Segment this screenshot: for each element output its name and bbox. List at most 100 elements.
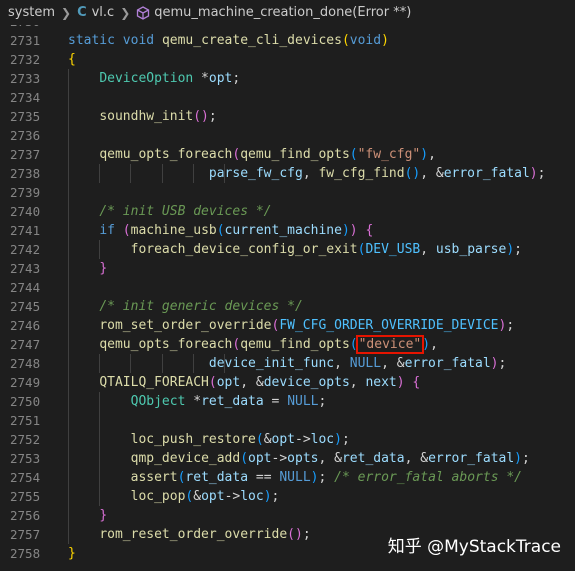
code-line[interactable]: 2747 qemu_opts_foreach(qemu_find_opts("d… [0, 335, 575, 354]
code-line[interactable]: 2736 [0, 126, 575, 145]
code-token: ; [271, 489, 280, 504]
code-line[interactable]: 2731 static void qemu_create_cli_devices(… [0, 31, 575, 50]
code-token: ) [529, 166, 538, 181]
line-number: 2739 [10, 185, 41, 200]
line-number: 2746 [10, 318, 41, 333]
line-number: 2744 [10, 280, 41, 295]
code-line[interactable]: 2744 [0, 278, 575, 297]
code-token: qemu_find_opts [240, 337, 350, 352]
code-token: parse_fw_cfg [208, 166, 303, 181]
breadcrumb-folder[interactable]: system [8, 5, 55, 20]
code-token: () [193, 109, 209, 124]
line-number: 2731 [10, 33, 41, 48]
breadcrumb-symbol[interactable]: qemu_machine_creation_done(Error **) [154, 5, 411, 20]
line-number: 2747 [10, 337, 41, 352]
code-text: soundhw_init(); [68, 107, 216, 126]
code-token: ret_data [201, 394, 264, 409]
code-token: /* init USB devices */ [99, 204, 272, 219]
code-token: ) [514, 451, 522, 466]
code-token: loc_pop [130, 489, 186, 504]
code-token: ; [341, 432, 350, 447]
code-line[interactable]: 2734 [0, 88, 575, 107]
line-number: 2752 [10, 432, 41, 447]
code-line[interactable]: 2749 QTAILQ_FOREACH(opt, &device_opts, n… [0, 373, 575, 392]
code-token: } [99, 508, 108, 523]
code-line[interactable]: 2742 foreach_device_config_or_exit(DEV_U… [0, 240, 575, 259]
code-token: opt [271, 432, 295, 447]
code-token: ) [381, 33, 389, 48]
code-token: qmp_device_add [130, 451, 241, 466]
code-text: foreach_device_config_or_exit(DEV_USB, u… [68, 240, 522, 259]
code-text: loc_push_restore(&opt->loc); [68, 430, 350, 449]
code-token: ( [240, 451, 249, 466]
code-line[interactable]: 2750 QObject *ret_data = NULL; [0, 392, 575, 411]
line-number: 2751 [10, 413, 41, 428]
code-token: ) [396, 375, 405, 390]
code-editor[interactable]: 27302731static void qemu_create_cli_devi… [0, 25, 575, 571]
indent-guide [99, 411, 101, 430]
code-line[interactable]: 2753 qmp_device_add(opt->opts, &ret_data… [0, 449, 575, 468]
code-line[interactable]: 2735 soundhw_init(); [0, 107, 575, 126]
line-number: 2758 [10, 546, 41, 561]
line-number: 2754 [10, 470, 41, 485]
code-token: opt [248, 451, 272, 466]
code-line[interactable]: 2754 assert(ret_data == NULL); /* error_… [0, 468, 575, 487]
code-line[interactable]: 2752 loc_push_restore(&opt->loc); [0, 430, 575, 449]
code-token: error_fatal [428, 451, 515, 466]
code-text: QObject *ret_data = NULL; [68, 392, 327, 411]
code-token: , & [420, 166, 444, 181]
code-token: () [287, 527, 303, 542]
code-token: qemu_opts_foreach [99, 147, 233, 162]
indent-guide [68, 278, 69, 297]
code-text: } [68, 506, 107, 525]
code-line[interactable]: 2756 } [0, 506, 575, 525]
code-line[interactable]: 2746 rom_set_order_override(FW_CFG_ORDER… [0, 316, 575, 335]
code-token: ret_data [185, 470, 249, 485]
code-token: ; [506, 318, 515, 333]
code-token: fw_cfg_find [318, 166, 405, 181]
breadcrumb-file[interactable]: vl.c [92, 5, 115, 20]
code-token: next [365, 375, 397, 390]
line-number: 2740 [10, 204, 41, 219]
code-line[interactable]: 2738 parse_fw_cfg, fw_cfg_find(), &error… [0, 164, 575, 183]
code-line[interactable]: 2737 qemu_opts_foreach(qemu_find_opts("f… [0, 145, 575, 164]
code-token: , & [404, 451, 429, 466]
code-line[interactable]: 2743 } [0, 259, 575, 278]
code-token: , [430, 337, 438, 352]
code-text: static void qemu_create_cli_devices(void… [68, 31, 389, 50]
line-number: 2745 [10, 299, 41, 314]
code-text: { [68, 50, 76, 69]
code-token: * [193, 71, 209, 86]
code-text: /* init generic devices */ [68, 297, 303, 316]
code-token: loc [310, 432, 335, 447]
code-line[interactable]: 2745 /* init generic devices */ [0, 297, 575, 316]
code-token: NULL [349, 356, 382, 371]
code-token: ; [232, 71, 241, 86]
code-line[interactable]: 2741 if (machine_usb(current_machine)) { [0, 221, 575, 240]
code-line[interactable]: 2732 { [0, 50, 575, 69]
code-token: ) [310, 470, 319, 485]
code-text: device_init_func, NULL, &error_fatal); [68, 354, 506, 373]
code-token: , [349, 375, 366, 390]
code-line[interactable]: 2755 loc_pop(&opt->loc); [0, 487, 575, 506]
code-line[interactable]: 2733 DeviceOption *opt; [0, 69, 575, 88]
code-token: ; [318, 470, 335, 485]
code-token: } [99, 261, 108, 276]
code-line[interactable]: 2740 /* init USB devices */ [0, 202, 575, 221]
line-number: 2738 [10, 166, 41, 181]
code-line[interactable]: 2748 device_init_func, NULL, &error_fata… [0, 354, 575, 373]
code-token: ) [506, 242, 515, 257]
code-token: , [428, 147, 436, 162]
code-line[interactable]: 2751 [0, 411, 575, 430]
code-token: , [420, 242, 436, 257]
code-text: QTAILQ_FOREACH(opt, &device_opts, next) … [68, 373, 420, 392]
code-line[interactable]: 2739 [0, 183, 575, 202]
code-token: ; [522, 451, 530, 466]
